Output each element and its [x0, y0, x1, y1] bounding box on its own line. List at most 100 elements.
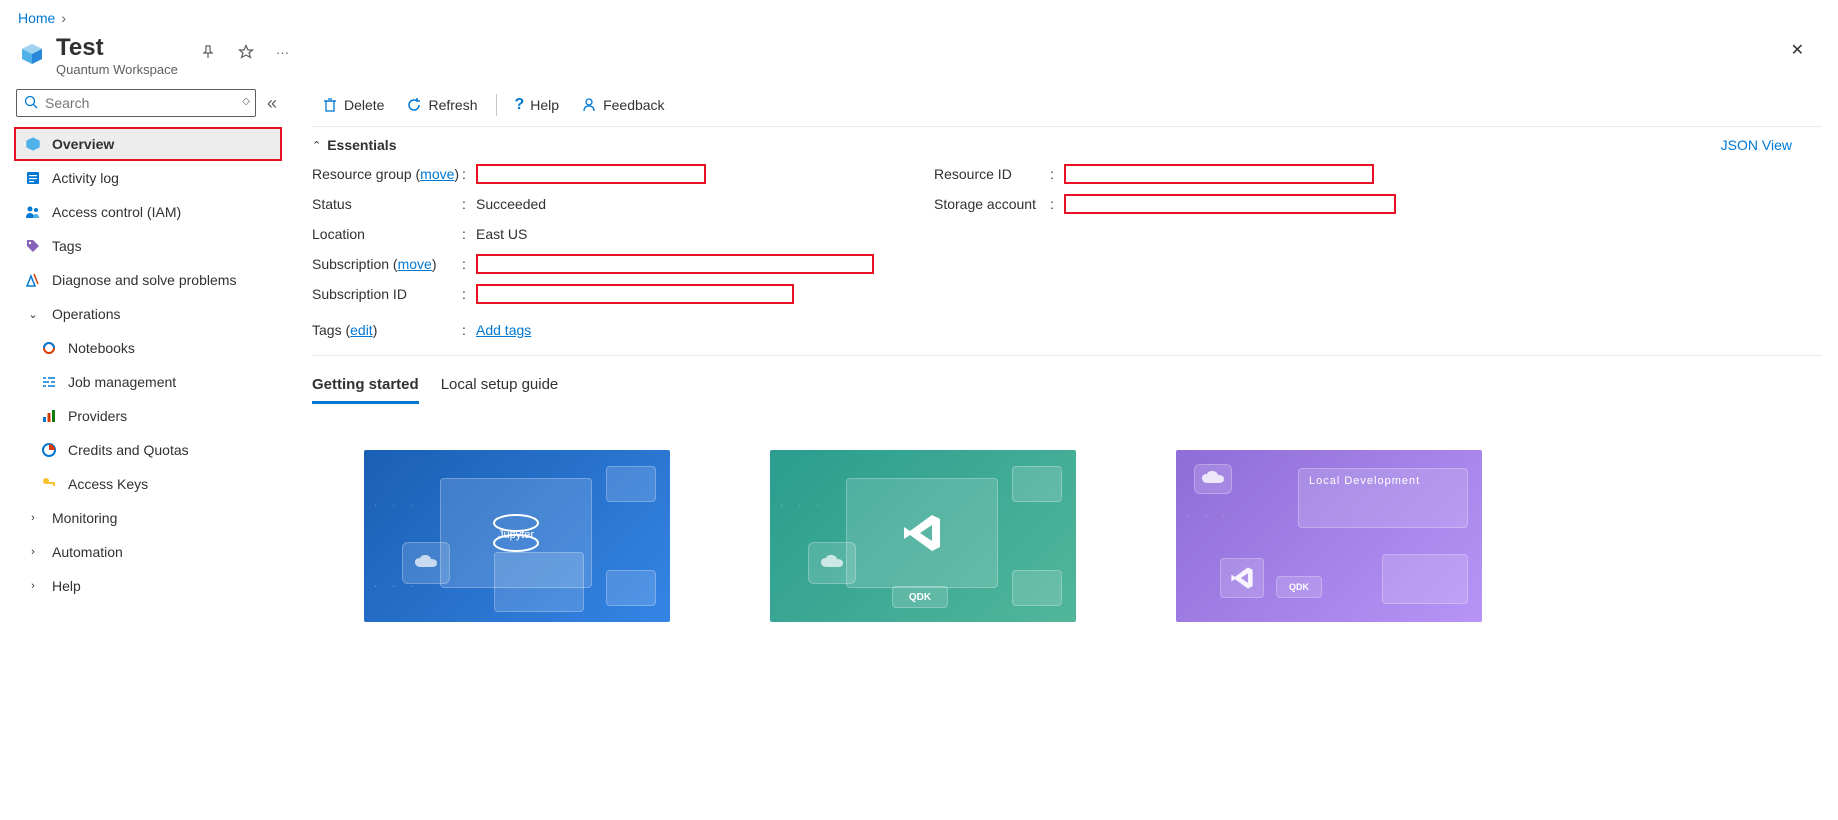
- nav-diagnose[interactable]: Diagnose and solve problems: [16, 263, 282, 297]
- nav-label: Providers: [68, 408, 127, 424]
- status-label: Status: [312, 196, 462, 212]
- json-view-link[interactable]: JSON View: [1721, 137, 1792, 153]
- key-icon: [40, 476, 58, 492]
- nav-group-label: Monitoring: [52, 510, 117, 526]
- nav-tags[interactable]: Tags: [16, 229, 282, 263]
- chevron-right-icon: ›: [24, 512, 42, 524]
- essentials-header: ⌃ Essentials JSON View: [312, 127, 1822, 159]
- nav-providers[interactable]: Providers: [16, 399, 282, 433]
- toolbar-separator: [496, 94, 497, 116]
- nav-group-automation[interactable]: › Automation: [16, 535, 282, 569]
- credits-icon: [40, 442, 58, 458]
- nav-label: Overview: [52, 136, 114, 152]
- providers-icon: [40, 408, 58, 424]
- feedback-button[interactable]: Feedback: [571, 89, 674, 121]
- nav-group-operations[interactable]: ⌄ Operations: [16, 297, 282, 331]
- nav-overview[interactable]: Overview: [14, 127, 282, 161]
- sidebar: ◇ « Overview Activity log Access control…: [0, 83, 282, 622]
- svg-text:Jupyter: Jupyter: [498, 529, 534, 541]
- nav-notebooks[interactable]: Notebooks: [16, 331, 282, 365]
- activity-log-icon: [24, 170, 42, 186]
- qdk-badge: QDK: [1276, 576, 1322, 598]
- quantum-workspace-icon: [18, 40, 46, 68]
- card-jupyter[interactable]: · · · · · · Jupyter: [364, 450, 670, 622]
- subscription-label: Subscription (move): [312, 256, 462, 272]
- nav-group-monitoring[interactable]: › Monitoring: [16, 501, 282, 535]
- content-tabs: Getting started Local setup guide: [312, 356, 1822, 410]
- nav-group-label: Automation: [52, 544, 123, 560]
- subscription-id-value-redacted: [476, 284, 794, 304]
- nav-label: Notebooks: [68, 340, 135, 356]
- nav-label: Job management: [68, 374, 176, 390]
- collapse-essentials-button[interactable]: ⌃: [312, 139, 321, 152]
- favorite-button[interactable]: [234, 40, 258, 64]
- collapse-sidebar-button[interactable]: «: [262, 93, 282, 114]
- chevron-down-icon: ⌄: [24, 308, 42, 321]
- tab-local-setup-guide[interactable]: Local setup guide: [441, 372, 559, 404]
- sidebar-search-input[interactable]: [16, 89, 256, 117]
- nav-group-help[interactable]: › Help: [16, 569, 282, 603]
- resource-group-value-redacted: [476, 164, 706, 184]
- search-expand-icon[interactable]: ◇: [242, 96, 250, 107]
- location-value: East US: [476, 226, 527, 242]
- nav-label: Diagnose and solve problems: [52, 272, 236, 288]
- search-icon: [24, 95, 38, 109]
- nav-credits-quotas[interactable]: Credits and Quotas: [16, 433, 282, 467]
- page-title: Test: [56, 34, 178, 62]
- subscription-id-label: Subscription ID: [312, 286, 462, 302]
- local-dev-label: Local Development: [1298, 468, 1468, 528]
- move-subscription-link[interactable]: move: [398, 256, 432, 272]
- tab-getting-started[interactable]: Getting started: [312, 372, 419, 404]
- nav-label: Credits and Quotas: [68, 442, 189, 458]
- qdk-badge: QDK: [892, 586, 948, 608]
- card-local-development[interactable]: · · · Local Development QDK: [1176, 450, 1482, 622]
- edit-tags-link[interactable]: edit: [350, 322, 373, 338]
- command-bar: Delete Refresh ?Help Feedback: [312, 83, 1822, 127]
- move-resource-group-link[interactable]: move: [420, 166, 454, 182]
- breadcrumb: Home ›: [0, 0, 1838, 32]
- essentials-panel: Resource group (move) : Status : Succeed…: [312, 159, 1822, 356]
- nav-label: Activity log: [52, 170, 119, 186]
- location-label: Location: [312, 226, 462, 242]
- add-tags-link[interactable]: Add tags: [476, 322, 531, 338]
- nav-label: Tags: [52, 238, 82, 254]
- help-button[interactable]: ?Help: [505, 89, 570, 121]
- close-button[interactable]: ✕: [1791, 40, 1804, 60]
- notebooks-icon: [40, 340, 58, 356]
- resource-type-label: Quantum Workspace: [56, 62, 178, 77]
- tags-label: Tags (edit): [312, 322, 462, 338]
- resource-id-value-redacted: [1064, 164, 1374, 184]
- nav-label: Access Keys: [68, 476, 148, 492]
- chevron-right-icon: ›: [24, 580, 42, 592]
- job-management-icon: [40, 374, 58, 390]
- nav-activity-log[interactable]: Activity log: [16, 161, 282, 195]
- breadcrumb-home[interactable]: Home: [18, 10, 55, 26]
- getting-started-cards: · · · · · · Jupyter · · · QDK · · · Loca…: [312, 410, 1822, 622]
- chevron-right-icon: ›: [24, 546, 42, 558]
- resource-id-label: Resource ID: [934, 166, 1050, 182]
- storage-account-value-redacted: [1064, 194, 1396, 214]
- diagnose-icon: [24, 272, 42, 288]
- nav-label: Access control (IAM): [52, 204, 181, 220]
- nav-group-label: Operations: [52, 306, 120, 322]
- tags-icon: [24, 238, 42, 254]
- main-content: Delete Refresh ?Help Feedback ⌃ Essentia…: [282, 83, 1838, 622]
- delete-button[interactable]: Delete: [312, 89, 394, 121]
- quantum-workspace-icon: [24, 136, 42, 152]
- chevron-right-icon: ›: [61, 10, 66, 26]
- resource-header: Test Quantum Workspace ··· ✕: [0, 32, 1838, 83]
- nav-group-label: Help: [52, 578, 81, 594]
- nav-access-keys[interactable]: Access Keys: [16, 467, 282, 501]
- more-button[interactable]: ···: [272, 41, 293, 64]
- subscription-value-redacted: [476, 254, 874, 274]
- essentials-title: Essentials: [327, 137, 396, 153]
- pin-button[interactable]: [196, 40, 220, 64]
- refresh-button[interactable]: Refresh: [396, 89, 487, 121]
- iam-icon: [24, 204, 42, 220]
- nav-access-control[interactable]: Access control (IAM): [16, 195, 282, 229]
- card-vscode-qdk[interactable]: · · · QDK: [770, 450, 1076, 622]
- status-value: Succeeded: [476, 196, 546, 212]
- resource-group-label: Resource group (move): [312, 166, 462, 182]
- storage-account-label: Storage account: [934, 196, 1050, 212]
- nav-job-management[interactable]: Job management: [16, 365, 282, 399]
